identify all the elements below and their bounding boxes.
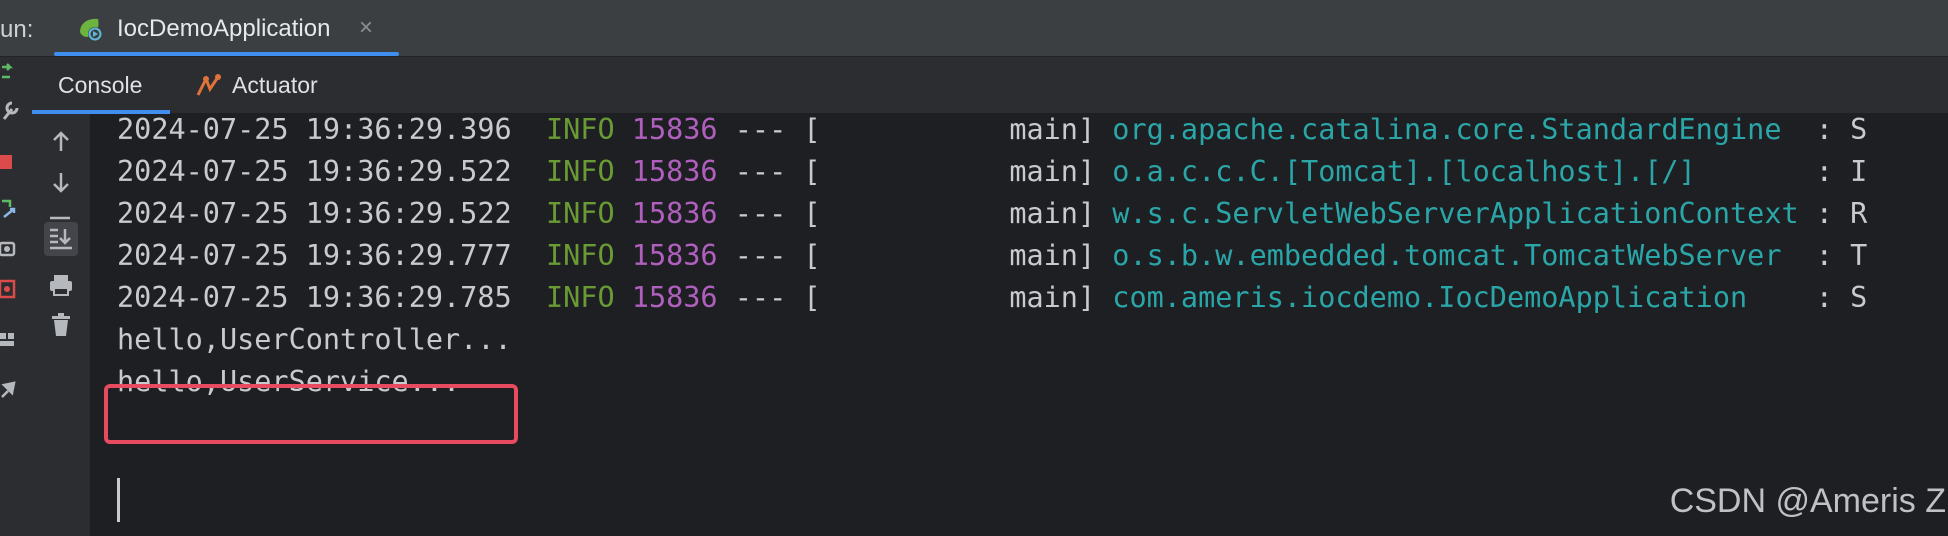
scroll-to-end-icon [50,228,72,250]
arrow-down-icon [53,173,69,193]
record-icon[interactable] [0,277,20,301]
actuator-icon [196,74,221,96]
run-config-tab-title: IocDemoApplication [117,15,331,42]
tab-console-label: Console [58,72,143,98]
scroll-up-button[interactable] [44,124,78,158]
console-tab-bar: Console Actuator [32,57,1948,114]
console-toolbar [32,114,91,536]
console-output[interactable]: 2024-07-25 19:36:29.396 INFO 15836 --- [… [91,113,1948,536]
arrow-up-icon [53,131,69,151]
tab-console[interactable]: Console [32,57,170,114]
pin-icon[interactable] [0,377,20,401]
camera-icon[interactable] [0,237,20,261]
run-tool-window-header: un: IocDemoApplication × [0,0,1948,57]
print-icon [50,275,72,296]
run-config-tab[interactable]: IocDemoApplication × [54,0,399,56]
highlight-box [104,384,518,444]
tab-actuator[interactable]: Actuator [192,57,352,113]
run-label: un: [0,16,34,43]
log-line: 2024-07-25 19:36:29.522 INFO 15836 --- [… [117,197,1868,230]
restore-layout-icon[interactable] [0,197,20,221]
clear-button[interactable] [44,308,78,342]
log-line: 2024-07-25 19:36:29.522 INFO 15836 --- [… [117,155,1868,188]
layout-icon[interactable] [0,327,20,351]
spring-boot-run-icon [80,18,102,41]
print-button[interactable] [44,268,78,302]
scroll-down-button[interactable] [44,166,78,200]
scroll-to-end-button[interactable] [44,222,78,256]
wrench-icon[interactable] [0,99,20,123]
run-actions-strip [0,57,33,536]
watermark: CSDN @Ameris Z [1669,482,1946,520]
rerun-icon[interactable] [0,61,20,85]
active-tab-indicator [54,52,399,56]
text-cursor [117,478,120,522]
tab-actuator-label: Actuator [232,72,318,98]
close-icon[interactable]: × [359,14,373,42]
log-line: 2024-07-25 19:36:29.785 INFO 15836 --- [… [117,281,1868,314]
stop-icon[interactable] [0,151,20,175]
log-line: 2024-07-25 19:36:29.396 INFO 15836 --- [… [117,113,1868,146]
log-line: 2024-07-25 19:36:29.777 INFO 15836 --- [… [117,239,1868,272]
trash-icon [52,313,70,336]
output-line-user-controller: hello,UserController... [117,323,512,356]
